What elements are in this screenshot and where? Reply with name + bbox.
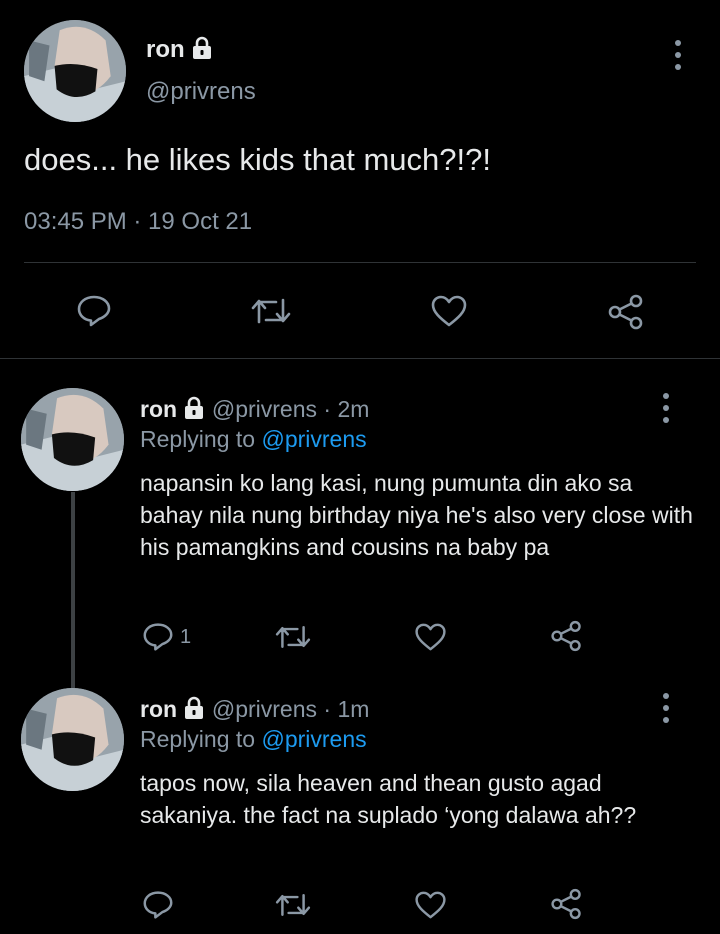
avatar-photo-icon <box>24 20 126 122</box>
lock-icon <box>185 396 204 419</box>
share-button[interactable] <box>550 888 583 920</box>
retweet-icon <box>275 894 311 916</box>
replying-to: Replying to @privrens <box>140 726 367 753</box>
retweet-button[interactable] <box>274 622 312 652</box>
more-options-icon[interactable] <box>656 393 676 423</box>
reply-button[interactable] <box>76 294 112 328</box>
like-button[interactable] <box>414 622 447 652</box>
avatar[interactable] <box>21 688 124 791</box>
section-divider <box>0 358 720 359</box>
reply-text: napansin ko lang kasi, nung pumunta din … <box>140 470 693 560</box>
like-button[interactable] <box>414 890 447 920</box>
reply-time: 1m <box>337 696 370 722</box>
reply-handle[interactable]: @privrens <box>212 696 317 722</box>
reply-tweet[interactable]: ron @privrens · 2m Replying to @privrens… <box>0 360 720 680</box>
reply-name[interactable]: ron <box>140 396 177 422</box>
reply-text: tapos now, sila heaven and thean gusto a… <box>140 770 637 828</box>
reply-icon <box>143 623 173 651</box>
more-options-icon[interactable] <box>656 693 676 723</box>
like-icon <box>431 295 467 327</box>
reply-button[interactable]: 1 <box>142 622 191 652</box>
replying-to-label: Replying to <box>140 726 256 752</box>
replying-to-handle[interactable]: @privrens <box>261 726 366 752</box>
like-icon <box>415 623 446 651</box>
reply-icon <box>77 295 111 327</box>
reply-handle[interactable]: @privrens <box>212 396 317 422</box>
separator-dot: · <box>323 396 332 422</box>
share-button[interactable] <box>550 620 583 652</box>
replying-to: Replying to @privrens <box>140 426 367 453</box>
reply-header: ron @privrens · 2m <box>140 396 369 423</box>
divider <box>24 262 696 263</box>
replying-to-handle[interactable]: @privrens <box>261 426 366 452</box>
lock-icon <box>193 36 212 59</box>
like-icon <box>415 891 446 919</box>
main-tweet-text: does... he likes kids that much?!?! <box>24 142 491 177</box>
share-icon <box>608 294 643 330</box>
reply-name[interactable]: ron <box>140 696 177 722</box>
retweet-button[interactable] <box>250 294 292 328</box>
reply-button[interactable] <box>142 890 174 920</box>
retweet-icon <box>251 298 291 324</box>
main-tweet-name[interactable]: ron <box>146 36 213 64</box>
replying-to-label: Replying to <box>140 426 256 452</box>
reply-count: 1 <box>180 625 192 648</box>
reply-header: ron @privrens · 1m <box>140 696 369 723</box>
main-tweet-timestamp: 03:45 PM · 19 Oct 21 <box>24 208 253 235</box>
share-button[interactable] <box>607 294 645 330</box>
reply-icon <box>143 891 173 919</box>
reply-time: 2m <box>337 396 370 422</box>
avatar[interactable] <box>24 20 126 122</box>
main-tweet-handle[interactable]: @privrens <box>146 78 256 106</box>
retweet-button[interactable] <box>274 890 312 920</box>
main-tweet: ron @privrens does... he likes kids that… <box>0 0 720 360</box>
retweet-icon <box>275 626 311 648</box>
avatar-photo-icon <box>21 688 124 791</box>
share-icon <box>551 620 581 652</box>
avatar[interactable] <box>21 388 124 491</box>
share-icon <box>551 888 581 920</box>
avatar-photo-icon <box>21 388 124 491</box>
separator-dot: · <box>323 696 332 722</box>
like-button[interactable] <box>430 294 468 328</box>
reply-tweet[interactable]: ron @privrens · 1m Replying to @privrens… <box>0 660 720 934</box>
lock-icon <box>185 696 204 719</box>
more-options-icon[interactable] <box>668 40 688 70</box>
